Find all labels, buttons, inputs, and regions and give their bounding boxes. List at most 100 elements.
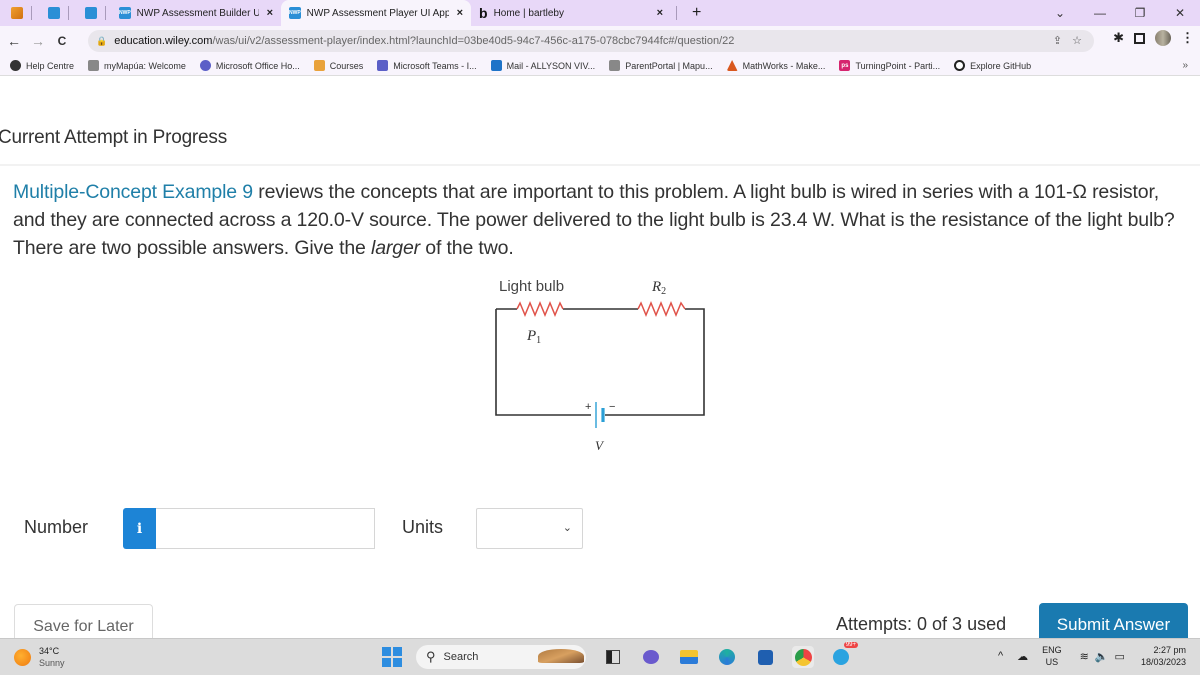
tab-nwp-builder[interactable]: NWP NWP Assessment Builder UI App × <box>111 0 281 26</box>
circuit-diagram: Light bulb P1 R2 + − V <box>480 270 720 460</box>
clock[interactable]: 2:27 pm 18/03/2023 <box>1141 644 1186 668</box>
chevron-down-icon: ⌄ <box>562 522 572 534</box>
github-icon <box>954 60 966 71</box>
sun-icon <box>14 648 31 666</box>
divider <box>0 164 1200 166</box>
bookmark-courses[interactable]: Courses <box>313 60 363 71</box>
power-label-sub: 1 <box>536 335 541 346</box>
wifi-icon[interactable]: ≋ <box>1080 650 1089 663</box>
bookmark-star-icon[interactable]: ☆ <box>1072 34 1082 47</box>
info-button[interactable]: i <box>123 508 156 549</box>
teams-chat-icon[interactable] <box>640 646 662 668</box>
pinned-tab-nwp-1[interactable] <box>45 6 63 20</box>
minimize-button[interactable]: — <box>1080 6 1120 20</box>
profile-avatar[interactable] <box>1155 30 1171 46</box>
extensions-icon[interactable]: ✱ <box>1113 30 1124 46</box>
search-label: Search <box>443 651 479 663</box>
example-link[interactable]: Multiple-Concept Example 9 <box>13 181 253 203</box>
bookmarks-overflow-button[interactable]: » <box>1182 60 1188 71</box>
close-window-button[interactable]: ✕ <box>1160 6 1200 20</box>
menu-kebab-icon[interactable]: ⋮ <box>1181 30 1194 46</box>
reload-button[interactable]: C <box>52 34 72 48</box>
task-view-icon[interactable] <box>602 646 624 668</box>
window-controls: ⌄ — ❐ ✕ <box>1040 0 1200 26</box>
units-select[interactable]: ⌄ <box>476 508 583 549</box>
tab-nwp-player[interactable]: NWP NWP Assessment Player UI Appli × <box>281 0 471 26</box>
power-label: P1 <box>526 328 541 346</box>
tab-separator <box>68 6 69 20</box>
taskbar-search[interactable]: ⚲ Search <box>416 645 586 669</box>
question-body-2: of the two. <box>420 237 514 259</box>
bookmark-turningpoint[interactable]: ps TurningPoint - Parti... <box>839 60 940 71</box>
share-icon[interactable]: ⇪ <box>1053 34 1062 47</box>
bookmark-teams[interactable]: Microsoft Teams - I... <box>377 60 477 71</box>
pinned-tab-nwp-2[interactable] <box>82 6 100 20</box>
wire <box>495 308 705 416</box>
language-indicator[interactable]: ENG US <box>1042 644 1062 668</box>
question-emphasis: larger <box>371 237 420 259</box>
close-tab-icon[interactable]: × <box>657 7 663 19</box>
forward-button[interactable]: → <box>28 33 48 49</box>
bookmark-mymapua[interactable]: myMapúa: Welcome <box>88 60 186 71</box>
chrome-icon[interactable] <box>792 646 814 668</box>
file-explorer-icon[interactable] <box>678 646 700 668</box>
weather-temp: 34°C <box>39 646 60 656</box>
nwp-icon: NWP <box>119 7 131 19</box>
bookmark-help-centre[interactable]: Help Centre <box>10 60 74 71</box>
office-icon <box>199 60 211 71</box>
chevron-up-icon[interactable]: ^ <box>998 650 1003 662</box>
mathworks-icon <box>726 60 738 71</box>
edge-icon[interactable] <box>716 646 738 668</box>
globe-icon <box>10 60 21 71</box>
power-label-main: P <box>526 328 536 344</box>
telegram-icon[interactable]: 99+ <box>830 642 858 668</box>
courses-icon <box>313 60 325 71</box>
volume-icon[interactable]: 🔈 <box>1095 650 1109 663</box>
number-input[interactable] <box>156 508 375 549</box>
tab-title: NWP Assessment Builder UI App <box>136 7 259 19</box>
pinned-tab-courses[interactable] <box>8 6 26 20</box>
resistor-label-main: R <box>651 279 661 295</box>
save-for-later-button[interactable]: Save for Later <box>14 604 153 638</box>
bookmark-office[interactable]: Microsoft Office Ho... <box>199 60 300 71</box>
new-tab-button[interactable]: + <box>692 4 701 22</box>
submit-answer-button[interactable]: Submit Answer <box>1039 603 1188 639</box>
store-icon[interactable] <box>754 646 776 668</box>
screen: NWP NWP Assessment Builder UI App × NWP … <box>0 0 1200 675</box>
tab-bartleby[interactable]: b Home | bartleby × <box>471 0 671 26</box>
restore-button[interactable]: ❐ <box>1120 6 1160 20</box>
taskbar: 34°C Sunny ⚲ Search 99+ ^ ☁ ENG US ≋ 🔈 ▭… <box>0 638 1200 675</box>
region-code: US <box>1045 657 1059 667</box>
bookmark-github[interactable]: Explore GitHub <box>954 60 1031 71</box>
mapua-icon <box>609 60 621 71</box>
tab-title: NWP Assessment Player UI Appli <box>306 7 449 19</box>
bookmark-parentportal[interactable]: ParentPortal | Mapu... <box>609 60 713 71</box>
weather-condition: Sunny <box>39 658 65 668</box>
bookmark-label: TurningPoint - Parti... <box>855 60 941 71</box>
close-tab-icon[interactable]: × <box>267 7 273 19</box>
bookmark-label: Microsoft Office Ho... <box>215 60 300 71</box>
close-tab-icon[interactable]: × <box>457 7 463 19</box>
omnibox-actions: ⇪ ☆ <box>1053 34 1082 47</box>
attempt-heading: Current Attempt in Progress <box>0 127 228 148</box>
bookmark-mail[interactable]: Mail - ALLYSON VIV... <box>490 60 595 71</box>
tab-search-icon[interactable]: ⌄ <box>1040 6 1080 20</box>
time: 2:27 pm <box>1153 645 1186 655</box>
onedrive-icon[interactable]: ☁ <box>1017 650 1028 663</box>
taskbar-apps: ⚲ Search 99+ <box>382 642 858 669</box>
tab-title: Home | bartleby <box>493 7 564 19</box>
side-panel-icon[interactable] <box>1134 32 1145 44</box>
start-button[interactable] <box>382 647 402 667</box>
bookmark-mathworks[interactable]: MathWorks - Make... <box>726 60 825 71</box>
nwp-icon <box>48 7 60 19</box>
battery-icon[interactable]: ▭ <box>1115 650 1125 663</box>
battery-minus: − <box>609 401 615 413</box>
back-button[interactable]: ← <box>4 33 24 49</box>
battery-plus: + <box>585 401 591 413</box>
turningpoint-icon: ps <box>839 60 851 71</box>
number-label: Number <box>24 517 89 537</box>
resistor-label: R2 <box>651 279 666 297</box>
outlook-icon <box>490 60 502 71</box>
address-bar[interactable]: 🔒 education.wiley.com /was/ui/v2/assessm… <box>88 30 1094 52</box>
weather-widget[interactable]: 34°C Sunny <box>14 645 65 669</box>
